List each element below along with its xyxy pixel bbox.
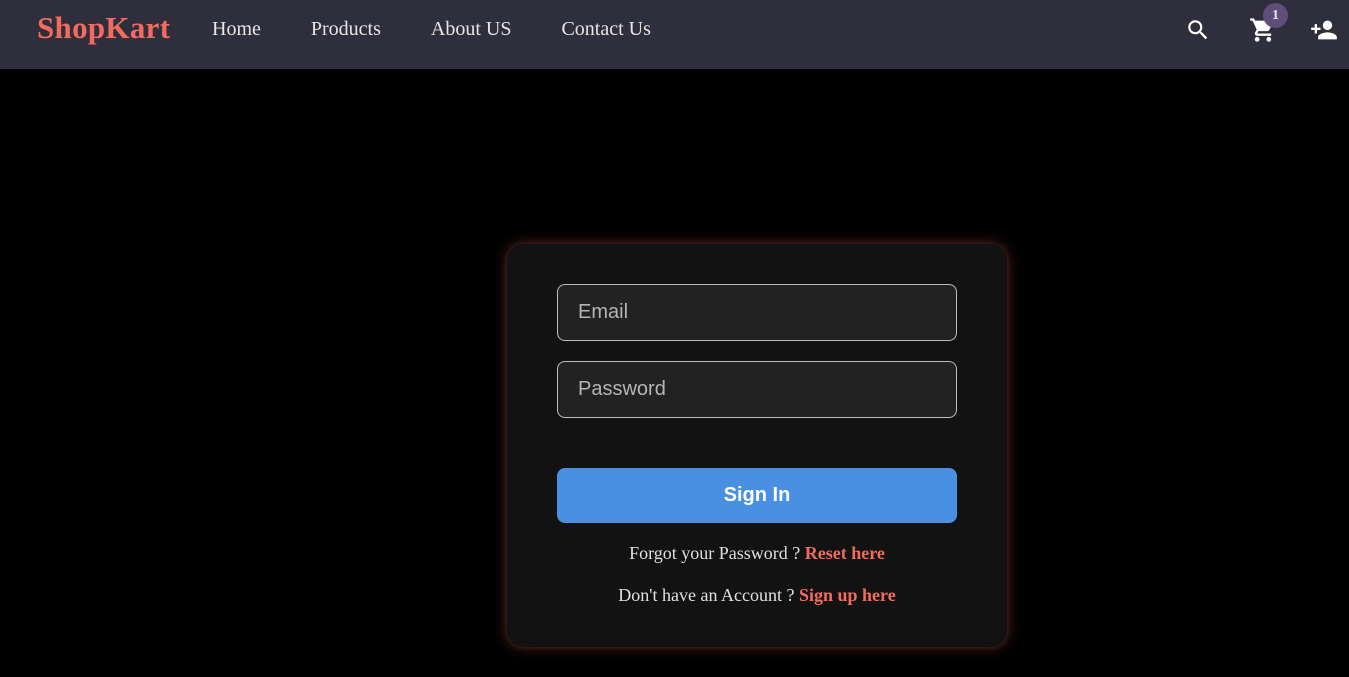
signup-text: Don't have an Account ? <box>618 585 795 605</box>
sign-in-button[interactable]: Sign In <box>557 468 957 523</box>
brand-logo[interactable]: ShopKart <box>37 10 170 46</box>
add-user-icon[interactable] <box>1309 16 1339 44</box>
email-field[interactable] <box>557 284 957 341</box>
search-icon[interactable] <box>1185 17 1211 43</box>
cart-icon[interactable]: 1 <box>1249 3 1288 44</box>
nav-link-home[interactable]: Home <box>212 18 261 41</box>
signup-line: Don't have an Account ? Sign up here <box>507 585 1007 606</box>
nav-link-about[interactable]: About US <box>431 18 512 41</box>
sign-up-link[interactable]: Sign up here <box>799 585 896 605</box>
nav-link-contact[interactable]: Contact Us <box>561 18 650 41</box>
forgot-password-text: Forgot your Password ? <box>629 543 801 563</box>
login-card: Sign In Forgot your Password ? Reset her… <box>507 244 1007 647</box>
forgot-password-line: Forgot your Password ? Reset here <box>507 543 1007 564</box>
reset-password-link[interactable]: Reset here <box>805 543 885 563</box>
navbar: ShopKart Home Products About US Contact … <box>0 0 1349 69</box>
nav-link-products[interactable]: Products <box>311 18 381 41</box>
nav-links: Home Products About US Contact Us <box>212 18 701 41</box>
cart-count-badge: 1 <box>1263 3 1288 28</box>
password-field[interactable] <box>557 361 957 418</box>
